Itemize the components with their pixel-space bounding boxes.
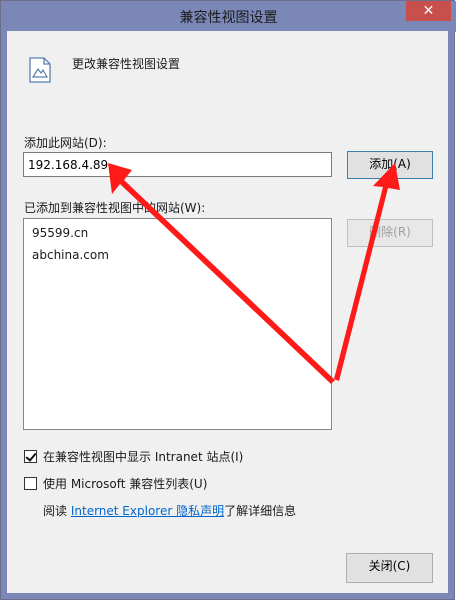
ms-list-label: 使用 Microsoft 兼容性列表(U)	[43, 476, 208, 491]
list-item[interactable]: abchina.com	[24, 244, 331, 266]
remove-button[interactable]: 删除(R)	[347, 219, 433, 247]
add-button[interactable]: 添加(A)	[347, 151, 433, 179]
add-site-input[interactable]	[23, 152, 332, 177]
add-site-label: 添加此网站(D):	[24, 136, 107, 150]
ms-list-option[interactable]: 使用 Microsoft 兼容性列表(U)	[24, 475, 207, 491]
close-icon[interactable]: ✕	[406, 1, 451, 21]
dialog-body: 更改兼容性视图设置 添加此网站(D): 添加(A) 已添加到兼容性视图中的网站(…	[7, 31, 448, 593]
document-image-icon	[29, 57, 51, 83]
window-title: 兼容性视图设置	[179, 10, 278, 26]
intranet-checkbox[interactable]	[24, 449, 37, 463]
privacy-link[interactable]: Internet Explorer 隐私声明	[71, 504, 224, 518]
privacy-statement: 阅读 Internet Explorer 隐私声明了解详细信息	[43, 502, 296, 519]
ms-list-checkbox[interactable]	[24, 476, 37, 490]
list-item[interactable]: 95599.cn	[24, 222, 331, 244]
header-title: 更改兼容性视图设置	[72, 57, 181, 71]
site-list-label: 已添加到兼容性视图中的网站(W):	[24, 201, 206, 215]
site-listbox[interactable]: 95599.cn abchina.com	[23, 218, 332, 430]
privacy-suffix: 了解详细信息	[224, 504, 297, 518]
title-bar[interactable]: 兼容性视图设置 ✕	[1, 1, 456, 32]
intranet-label: 在兼容性视图中显示 Intranet 站点(I)	[43, 449, 244, 464]
close-button[interactable]: 关闭(C)	[346, 553, 433, 583]
intranet-option[interactable]: 在兼容性视图中显示 Intranet 站点(I)	[24, 448, 243, 464]
privacy-prefix: 阅读	[43, 504, 68, 518]
